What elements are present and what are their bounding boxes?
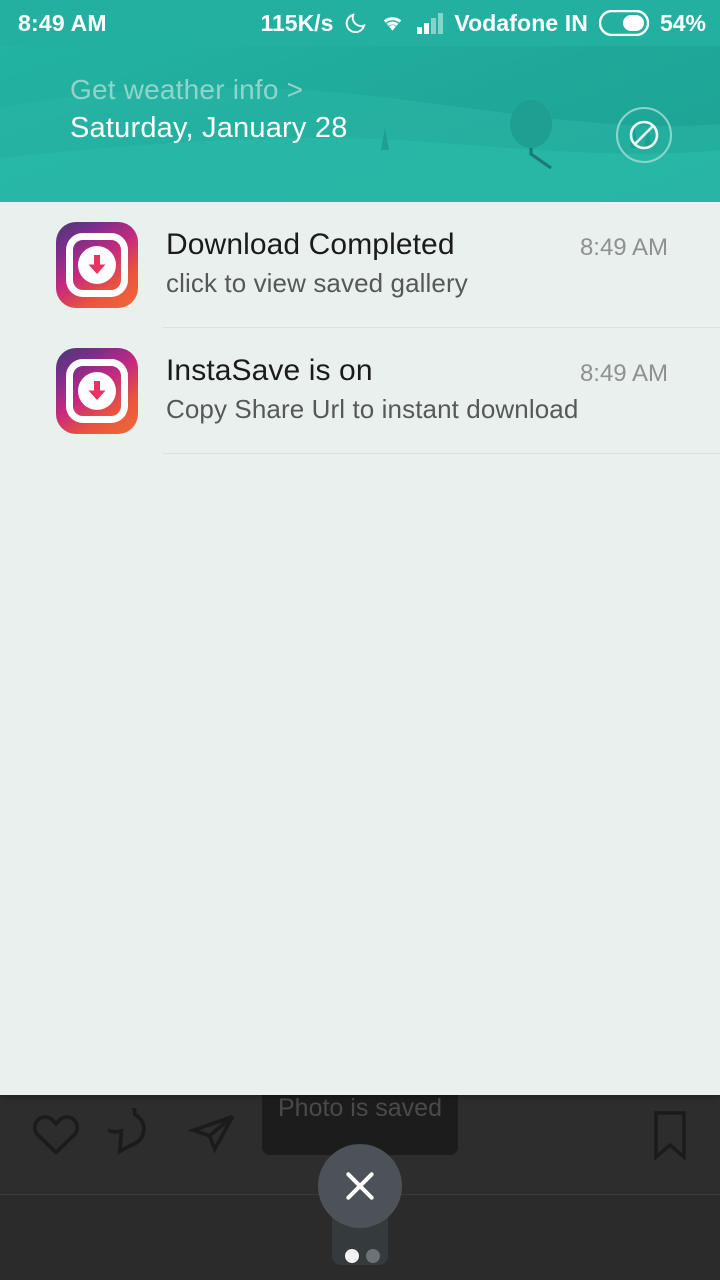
header-date: Saturday, January 28 [70, 112, 348, 144]
signal-bars-icon [417, 12, 444, 34]
icon-inner-circle [78, 246, 116, 284]
do-not-disturb-icon[interactable] [615, 106, 673, 164]
network-speed: 115K/s [260, 9, 334, 36]
page-indicator-dot-active [345, 1249, 359, 1263]
instasave-download-icon [56, 348, 138, 434]
instasave-download-icon [56, 222, 138, 308]
screen: clipboard. Photo is saved [0, 0, 720, 1280]
notification-time: 8:49 AM [579, 360, 668, 387]
battery-percent: 54% [659, 9, 706, 36]
comment-icon[interactable] [108, 1108, 162, 1160]
notification-body: Copy Share Url to instant download [166, 394, 579, 424]
weather-info-link[interactable]: Get weather info > [70, 74, 303, 106]
notification-row[interactable]: InstaSave is on Copy Share Url to instan… [0, 328, 720, 454]
page-indicator-dot-inactive [366, 1249, 380, 1263]
moon-icon [344, 11, 368, 35]
close-shade-button[interactable] [318, 1144, 402, 1228]
icon-inner-circle [78, 372, 116, 410]
weather-header[interactable]: Get weather info > Saturday, January 28 [0, 46, 720, 202]
toast-label: Photo is saved [278, 1094, 442, 1122]
status-time: 8:49 AM [18, 9, 107, 36]
notification-title: InstaSave is on [166, 354, 373, 387]
share-icon[interactable] [186, 1108, 240, 1160]
notification-list: Download Completed click to view saved g… [0, 202, 720, 454]
notification-row[interactable]: Download Completed click to view saved g… [0, 202, 720, 328]
status-bar: 8:49 AM 115K/s Vodafone IN 54% [0, 0, 720, 46]
notification-body: click to view saved gallery [166, 268, 468, 298]
notification-shade: 8:49 AM 115K/s Vodafone IN 54% Get weath… [0, 0, 720, 1095]
notification-title: Download Completed [166, 228, 455, 261]
battery-icon [598, 10, 649, 36]
carrier-name: Vodafone IN [454, 9, 588, 36]
divider [163, 453, 720, 454]
wifi-icon [379, 12, 406, 34]
notification-time: 8:49 AM [579, 234, 668, 261]
bookmark-icon[interactable] [646, 1108, 694, 1162]
heart-icon[interactable] [28, 1108, 84, 1160]
